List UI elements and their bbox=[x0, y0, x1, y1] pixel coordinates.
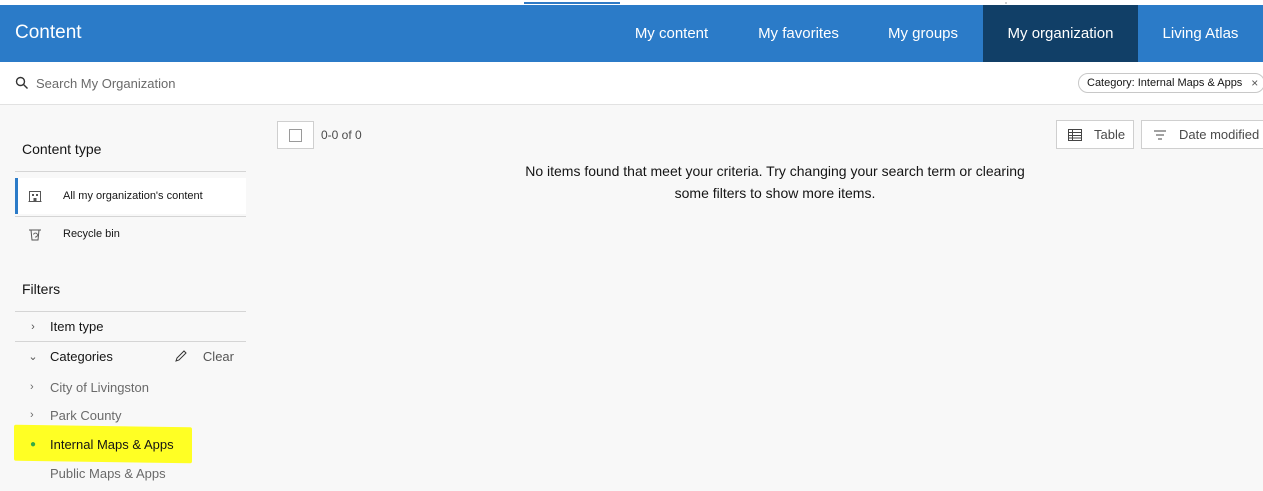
content-type-label: Recycle bin bbox=[63, 228, 120, 240]
search-icon bbox=[15, 76, 28, 89]
table-icon bbox=[1068, 128, 1082, 141]
chevron-down-icon: ⌄ bbox=[28, 351, 38, 363]
chevron-right-icon: › bbox=[30, 409, 34, 421]
clear-button[interactable]: Clear bbox=[203, 349, 234, 364]
category-label: Park County bbox=[50, 407, 122, 423]
filter-item-type[interactable]: › Item type bbox=[15, 312, 246, 341]
divider bbox=[15, 171, 246, 172]
category-label: City of Livingston bbox=[50, 379, 149, 395]
tab-my-favorites[interactable]: My favorites bbox=[734, 5, 863, 62]
content-type-all-org[interactable]: All my organization's content bbox=[15, 178, 246, 214]
category-label: Internal Maps & Apps bbox=[50, 436, 174, 452]
filter-label: Categories bbox=[50, 349, 113, 364]
content-type-label: All my organization's content bbox=[63, 190, 203, 202]
view-label: Table bbox=[1094, 127, 1126, 142]
chevron-right-icon: › bbox=[30, 381, 34, 393]
filter-label: Item type bbox=[50, 319, 104, 334]
pencil-icon[interactable] bbox=[174, 349, 188, 363]
filter-chip-label: Category: Internal Maps & Apps bbox=[1087, 77, 1243, 89]
bullet-icon: ● bbox=[30, 438, 37, 450]
category-item-active[interactable]: ● Internal Maps & Apps bbox=[30, 432, 174, 456]
tab-my-content[interactable]: My content bbox=[609, 5, 734, 62]
empty-state-message: No items found that meet your criteria. … bbox=[525, 163, 1025, 201]
category-filter-chip[interactable]: Category: Internal Maps & Apps × bbox=[1078, 73, 1263, 93]
category-item[interactable]: › Park County bbox=[30, 403, 122, 427]
sort-icon bbox=[1154, 130, 1166, 139]
sort-label: Date modified bbox=[1179, 127, 1260, 142]
chevron-right-icon: › bbox=[31, 320, 35, 333]
top-strip-active-indicator bbox=[524, 2, 620, 4]
select-all-checkbox[interactable] bbox=[277, 121, 314, 149]
content-nav: My content My favorites My groups My org… bbox=[609, 5, 1263, 62]
page-title: Content bbox=[15, 22, 82, 43]
category-item[interactable]: Public Maps & Apps bbox=[30, 461, 166, 485]
filter-categories[interactable]: ⌄ Categories Clear bbox=[15, 342, 246, 371]
content-type-recycle-bin[interactable]: Recycle bin bbox=[15, 216, 246, 252]
table-view-button[interactable]: Table bbox=[1056, 120, 1134, 149]
results-count: 0-0 of 0 bbox=[321, 128, 362, 142]
close-icon[interactable]: × bbox=[1251, 74, 1258, 92]
recycle-bin-icon bbox=[29, 229, 41, 241]
content-type-heading: Content type bbox=[22, 141, 102, 157]
tab-living-atlas[interactable]: Living Atlas bbox=[1138, 5, 1263, 62]
content-header: Content My content My favorites My group… bbox=[0, 5, 1263, 62]
top-strip-divider bbox=[1005, 2, 1007, 4]
search-bar bbox=[0, 62, 1263, 105]
sort-button[interactable]: Date modified bbox=[1141, 120, 1263, 149]
checkbox bbox=[289, 129, 302, 142]
search-input[interactable] bbox=[36, 73, 436, 93]
category-item[interactable]: › City of Livingston bbox=[30, 375, 149, 399]
category-label: Public Maps & Apps bbox=[50, 465, 166, 481]
building-icon bbox=[28, 191, 42, 202]
tab-my-groups[interactable]: My groups bbox=[863, 5, 983, 62]
filters-heading: Filters bbox=[22, 281, 61, 297]
tab-my-organization[interactable]: My organization bbox=[983, 5, 1138, 62]
